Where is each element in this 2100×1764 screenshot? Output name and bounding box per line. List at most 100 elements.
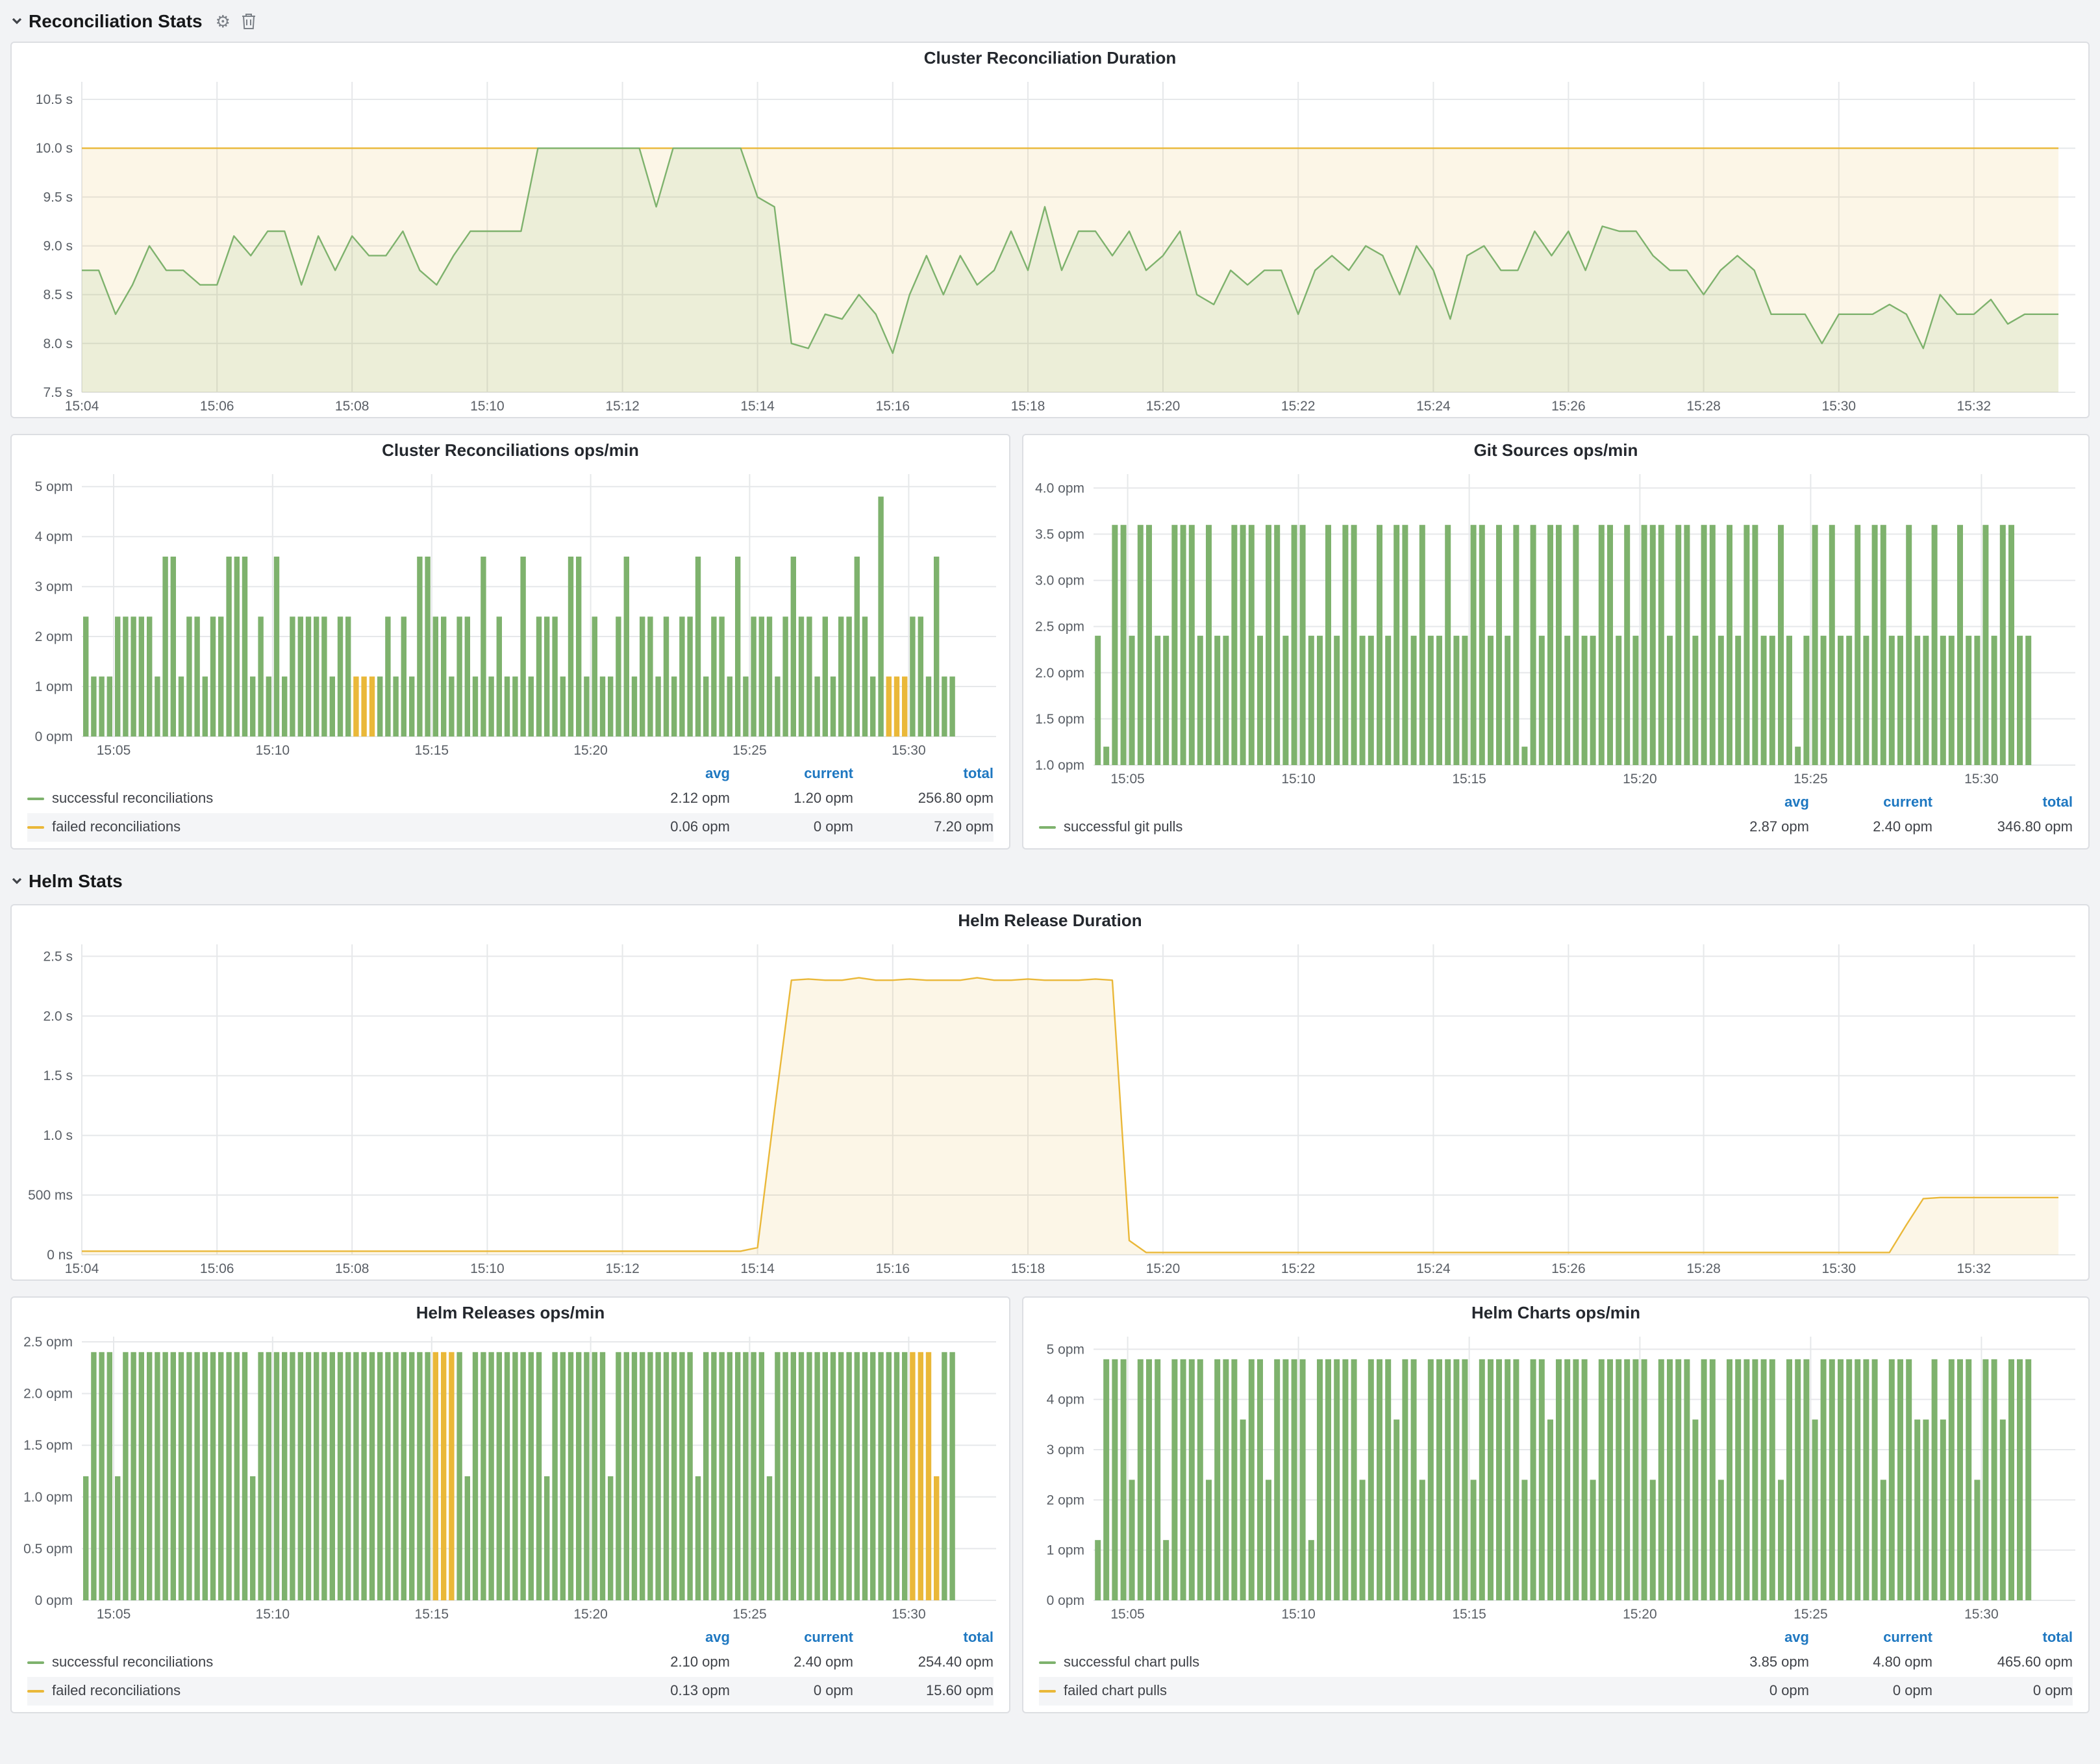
legend-sort-avg[interactable]: avg (1686, 794, 1809, 810)
panel-title[interactable]: Cluster Reconciliations ops/min (12, 435, 1009, 466)
series-label[interactable]: failed reconciliations (52, 820, 606, 835)
svg-text:2.0 opm: 2.0 opm (1035, 666, 1084, 681)
svg-text:1.5 s: 1.5 s (43, 1068, 73, 1083)
svg-text:15:32: 15:32 (1957, 399, 1992, 414)
legend-sort-current[interactable]: current (1809, 1630, 1932, 1645)
trash-icon[interactable] (242, 12, 256, 29)
svg-text:0 opm: 0 opm (1047, 1593, 1084, 1608)
row-title[interactable]: Helm Stats (29, 870, 123, 891)
series-current: 0 opm (730, 1683, 853, 1699)
panel-title[interactable]: Helm Releases ops/min (12, 1298, 1009, 1329)
legend-row: failed chart pulls 0 opm 0 opm 0 opm (1039, 1677, 2073, 1706)
svg-text:15:22: 15:22 (1281, 399, 1316, 414)
svg-text:4 opm: 4 opm (1047, 1392, 1084, 1407)
legend-sort-total[interactable]: total (1932, 794, 2073, 810)
panel-title[interactable]: Helm Release Duration (12, 905, 2088, 937)
panel-git-sources-ops: Git Sources ops/min 4.0 opm3.5 opm3.0 op… (1022, 434, 2090, 850)
svg-text:9.5 s: 9.5 s (43, 190, 73, 205)
svg-text:15:10: 15:10 (256, 1607, 290, 1622)
legend-sort-total[interactable]: total (1932, 1630, 2073, 1645)
series-current: 4.80 opm (1809, 1655, 1932, 1670)
series-color-swatch (27, 1690, 44, 1693)
panel-title[interactable]: Cluster Reconciliation Duration (12, 43, 2088, 74)
svg-text:1 opm: 1 opm (1047, 1543, 1084, 1558)
svg-text:15:20: 15:20 (573, 1607, 608, 1622)
svg-text:15:30: 15:30 (1822, 1261, 1856, 1276)
legend-sort-current[interactable]: current (730, 1630, 853, 1645)
svg-text:15:20: 15:20 (1146, 1261, 1181, 1276)
panel-row: Helm Releases ops/min 2.5 opm2.0 opm1.5 … (10, 1296, 2090, 1713)
series-total: 0 opm (1932, 1683, 2073, 1699)
panel-title[interactable]: Helm Charts ops/min (1023, 1298, 2088, 1329)
row-header-reconciliation-stats: Reconciliation Stats ⚙ (10, 5, 2090, 36)
series-current: 1.20 opm (730, 791, 853, 807)
svg-text:0 ns: 0 ns (47, 1248, 73, 1263)
svg-text:15:30: 15:30 (1964, 1607, 1999, 1622)
svg-text:15:15: 15:15 (415, 743, 449, 758)
svg-text:15:04: 15:04 (65, 399, 99, 414)
svg-text:3 opm: 3 opm (35, 579, 73, 594)
series-color-swatch (27, 826, 44, 829)
legend-sort-avg[interactable]: avg (1686, 1630, 1809, 1645)
series-avg: 0.06 opm (606, 820, 730, 835)
helm-releases-chart[interactable]: 2.5 opm2.0 opm1.5 opm1.0 opm0.5 opm0 opm… (12, 1329, 1009, 1625)
legend-sort-total[interactable]: total (853, 766, 994, 781)
gear-icon[interactable]: ⚙ (216, 12, 231, 29)
git-sources-chart[interactable]: 4.0 opm3.5 opm3.0 opm2.5 opm2.0 opm1.5 o… (1023, 466, 2088, 790)
series-total: 254.40 opm (853, 1655, 994, 1670)
svg-text:15:26: 15:26 (1551, 399, 1586, 414)
svg-text:15:25: 15:25 (1794, 1607, 1828, 1622)
svg-text:15:08: 15:08 (335, 399, 369, 414)
series-label[interactable]: failed chart pulls (1064, 1683, 1686, 1699)
svg-text:4 opm: 4 opm (35, 529, 73, 544)
svg-text:9.0 s: 9.0 s (43, 239, 73, 254)
svg-text:2.0 opm: 2.0 opm (23, 1387, 73, 1402)
svg-text:2.5 opm: 2.5 opm (1035, 620, 1084, 635)
series-label[interactable]: failed reconciliations (52, 1683, 606, 1699)
cluster-duration-chart[interactable]: 10.5 s10.0 s9.5 s9.0 s8.5 s8.0 s7.5 s15:… (12, 74, 2088, 417)
series-color-swatch (1039, 1661, 1056, 1664)
series-avg: 3.85 opm (1686, 1655, 1809, 1670)
legend-sort-avg[interactable]: avg (606, 1630, 730, 1645)
series-avg: 2.87 opm (1686, 820, 1809, 835)
series-label[interactable]: successful chart pulls (1064, 1655, 1686, 1670)
row-title[interactable]: Reconciliation Stats (29, 10, 203, 31)
svg-text:10.0 s: 10.0 s (36, 141, 73, 156)
series-color-swatch (1039, 826, 1056, 829)
svg-text:2.5 opm: 2.5 opm (23, 1335, 73, 1350)
series-label[interactable]: successful reconciliations (52, 1655, 606, 1670)
cluster-ops-chart[interactable]: 5 opm4 opm3 opm2 opm1 opm0 opm15:0515:10… (12, 466, 1009, 761)
helm-charts-chart[interactable]: 5 opm4 opm3 opm2 opm1 opm0 opm15:0515:10… (1023, 1329, 2088, 1625)
chevron-down-icon[interactable] (10, 874, 23, 887)
svg-text:15:25: 15:25 (732, 1607, 767, 1622)
svg-text:15:12: 15:12 (605, 399, 640, 414)
svg-text:15:10: 15:10 (470, 1261, 505, 1276)
svg-text:15:16: 15:16 (876, 399, 910, 414)
panel-title[interactable]: Git Sources ops/min (1023, 435, 2088, 466)
legend-sort-total[interactable]: total (853, 1630, 994, 1645)
legend-sort-current[interactable]: current (1809, 794, 1932, 810)
svg-text:15:10: 15:10 (256, 743, 290, 758)
legend-header: avg current total (1039, 1626, 2073, 1648)
legend-row: failed reconciliations 0.13 opm 0 opm 15… (27, 1677, 994, 1706)
legend-sort-avg[interactable]: avg (606, 766, 730, 781)
legend-sort-current[interactable]: current (730, 766, 853, 781)
chevron-down-icon[interactable] (10, 14, 23, 27)
row-header-helm-stats: Helm Stats (10, 865, 2090, 896)
series-label[interactable]: successful git pulls (1064, 820, 1686, 835)
svg-text:15:05: 15:05 (1110, 1607, 1145, 1622)
legend-row: successful git pulls 2.87 opm 2.40 opm 3… (1039, 813, 2073, 842)
svg-text:2.0 s: 2.0 s (43, 1009, 73, 1024)
svg-text:15:24: 15:24 (1416, 1261, 1451, 1276)
svg-text:15:24: 15:24 (1416, 399, 1451, 414)
svg-text:15:20: 15:20 (1623, 1607, 1657, 1622)
helm-duration-chart[interactable]: 2.5 s2.0 s1.5 s1.0 s500 ms0 ns15:0415:06… (12, 937, 2088, 1279)
svg-text:15:05: 15:05 (97, 1607, 131, 1622)
svg-text:1.0 opm: 1.0 opm (23, 1490, 73, 1505)
series-label[interactable]: successful reconciliations (52, 791, 606, 807)
series-current: 0 opm (730, 820, 853, 835)
svg-text:15:18: 15:18 (1011, 1261, 1045, 1276)
svg-text:15:30: 15:30 (1822, 399, 1856, 414)
svg-text:15:05: 15:05 (1110, 772, 1145, 787)
svg-text:15:26: 15:26 (1551, 1261, 1586, 1276)
